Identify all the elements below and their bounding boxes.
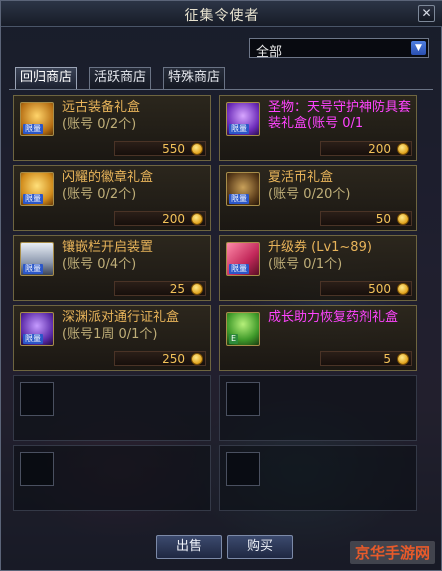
item-limit: (账号 0/1个)	[268, 257, 343, 272]
item-price: 500	[368, 282, 391, 296]
item-limit: (账号 0/2个)	[62, 187, 137, 202]
coin-icon	[191, 143, 203, 155]
buy-button[interactable]: 购买	[227, 535, 293, 559]
category-dropdown[interactable]: 全部 ▼	[249, 38, 429, 60]
socket-device-icon: 限量	[20, 242, 54, 276]
shop-item-slot[interactable]: 限量 升级券 (Lv1~89) (账号 0/1个) 500	[219, 235, 417, 301]
empty-item-slot[interactable]	[13, 445, 211, 511]
golden-chest-icon: 限量	[20, 102, 54, 136]
item-price: 200	[368, 142, 391, 156]
limited-badge: 限量	[229, 124, 249, 134]
item-name: 镶嵌栏开启装置	[62, 240, 154, 255]
coin-icon	[191, 283, 203, 295]
item-name: 远古装备礼盒	[62, 100, 141, 115]
item-price: 250	[162, 352, 185, 366]
limited-badge: 限量	[229, 194, 249, 204]
item-name: 深渊派对通行证礼盒	[62, 310, 180, 325]
price-bar: 200	[320, 141, 412, 156]
limited-badge: 限量	[229, 264, 249, 274]
item-limit: (账号 0/4个)	[62, 257, 137, 272]
abyss-pass-box-icon: 限量	[20, 312, 54, 346]
golden-badge-box-icon: 限量	[20, 172, 54, 206]
chevron-down-icon[interactable]: ▼	[411, 41, 426, 55]
shop-window: 征集令使者 ✕ 全部 ▼ 回归商店 活跃商店 特殊商店 限量 远古装备礼盒 (账…	[0, 0, 442, 571]
window-titlebar[interactable]: 征集令使者 ✕	[1, 1, 442, 27]
item-limit: (账号 0/20个)	[268, 187, 351, 202]
shop-item-slot[interactable]: 限量 圣物：天号守护神防具套装礼盒(账号 0/1 200	[219, 95, 417, 161]
site-watermark: 京华手游网	[349, 541, 435, 564]
limited-badge: 限量	[23, 124, 43, 134]
coin-icon	[397, 213, 409, 225]
potion-tree-icon: E	[226, 312, 260, 346]
item-price: 25	[169, 282, 185, 296]
empty-icon-frame	[20, 382, 54, 416]
limited-badge: 限量	[23, 334, 43, 344]
empty-icon-frame	[226, 452, 260, 486]
shop-item-slot[interactable]: 限量 闪耀的徽章礼盒 (账号 0/2个) 200	[13, 165, 211, 231]
shop-item-slot[interactable]: 限量 深渊派对通行证礼盒 (账号1周 0/1个) 250	[13, 305, 211, 371]
price-bar: 500	[320, 281, 412, 296]
shop-item-slot[interactable]: 限量 镶嵌栏开启装置 (账号 0/4个) 25	[13, 235, 211, 301]
sell-button[interactable]: 出售	[156, 535, 222, 559]
tab-divider	[9, 89, 433, 90]
coin-icon	[397, 283, 409, 295]
price-bar: 200	[114, 211, 206, 226]
dropdown-selected-value: 全部	[256, 45, 283, 60]
price-bar: 25	[114, 281, 206, 296]
item-limit: (账号 0/2个)	[62, 117, 137, 132]
item-price: 5	[383, 352, 391, 366]
edition-badge: E	[229, 334, 239, 344]
shop-item-slot[interactable]: E 成长助力恢复药剂礼盒 5	[219, 305, 417, 371]
empty-icon-frame	[226, 382, 260, 416]
purple-chest-icon: 限量	[226, 102, 260, 136]
limited-badge: 限量	[23, 264, 43, 274]
item-price: 550	[162, 142, 185, 156]
item-price: 200	[162, 212, 185, 226]
window-title: 征集令使者	[184, 8, 260, 24]
item-name: 圣物：天号守护神防具套装礼盒(账号 0/1	[268, 100, 412, 131]
price-bar: 550	[114, 141, 206, 156]
close-icon[interactable]: ✕	[418, 5, 435, 22]
price-bar: 250	[114, 351, 206, 366]
item-price: 50	[375, 212, 391, 226]
coin-icon	[397, 143, 409, 155]
coin-icon	[191, 213, 203, 225]
item-name: 升级券 (Lv1~89)	[268, 240, 372, 255]
item-limit: (账号1周 0/1个)	[62, 327, 158, 342]
coin-icon	[191, 353, 203, 365]
shop-item-slot[interactable]: 限量 夏活币礼盒 (账号 0/20个) 50	[219, 165, 417, 231]
coin-bag-icon: 限量	[226, 172, 260, 206]
item-name: 夏活币礼盒	[268, 170, 334, 185]
empty-item-slot[interactable]	[13, 375, 211, 441]
level-ticket-icon: 限量	[226, 242, 260, 276]
price-bar: 5	[320, 351, 412, 366]
empty-item-slot[interactable]	[219, 375, 417, 441]
empty-item-slot[interactable]	[219, 445, 417, 511]
shop-item-slot[interactable]: 限量 远古装备礼盒 (账号 0/2个) 550	[13, 95, 211, 161]
limited-badge: 限量	[23, 194, 43, 204]
empty-icon-frame	[20, 452, 54, 486]
item-name: 闪耀的徽章礼盒	[62, 170, 154, 185]
coin-icon	[397, 353, 409, 365]
item-name: 成长助力恢复药剂礼盒	[268, 310, 399, 325]
tab-active-shop[interactable]: 活跃商店	[89, 67, 152, 89]
tab-return-shop[interactable]: 回归商店	[15, 67, 78, 89]
tab-special-shop[interactable]: 特殊商店	[163, 67, 226, 89]
price-bar: 50	[320, 211, 412, 226]
